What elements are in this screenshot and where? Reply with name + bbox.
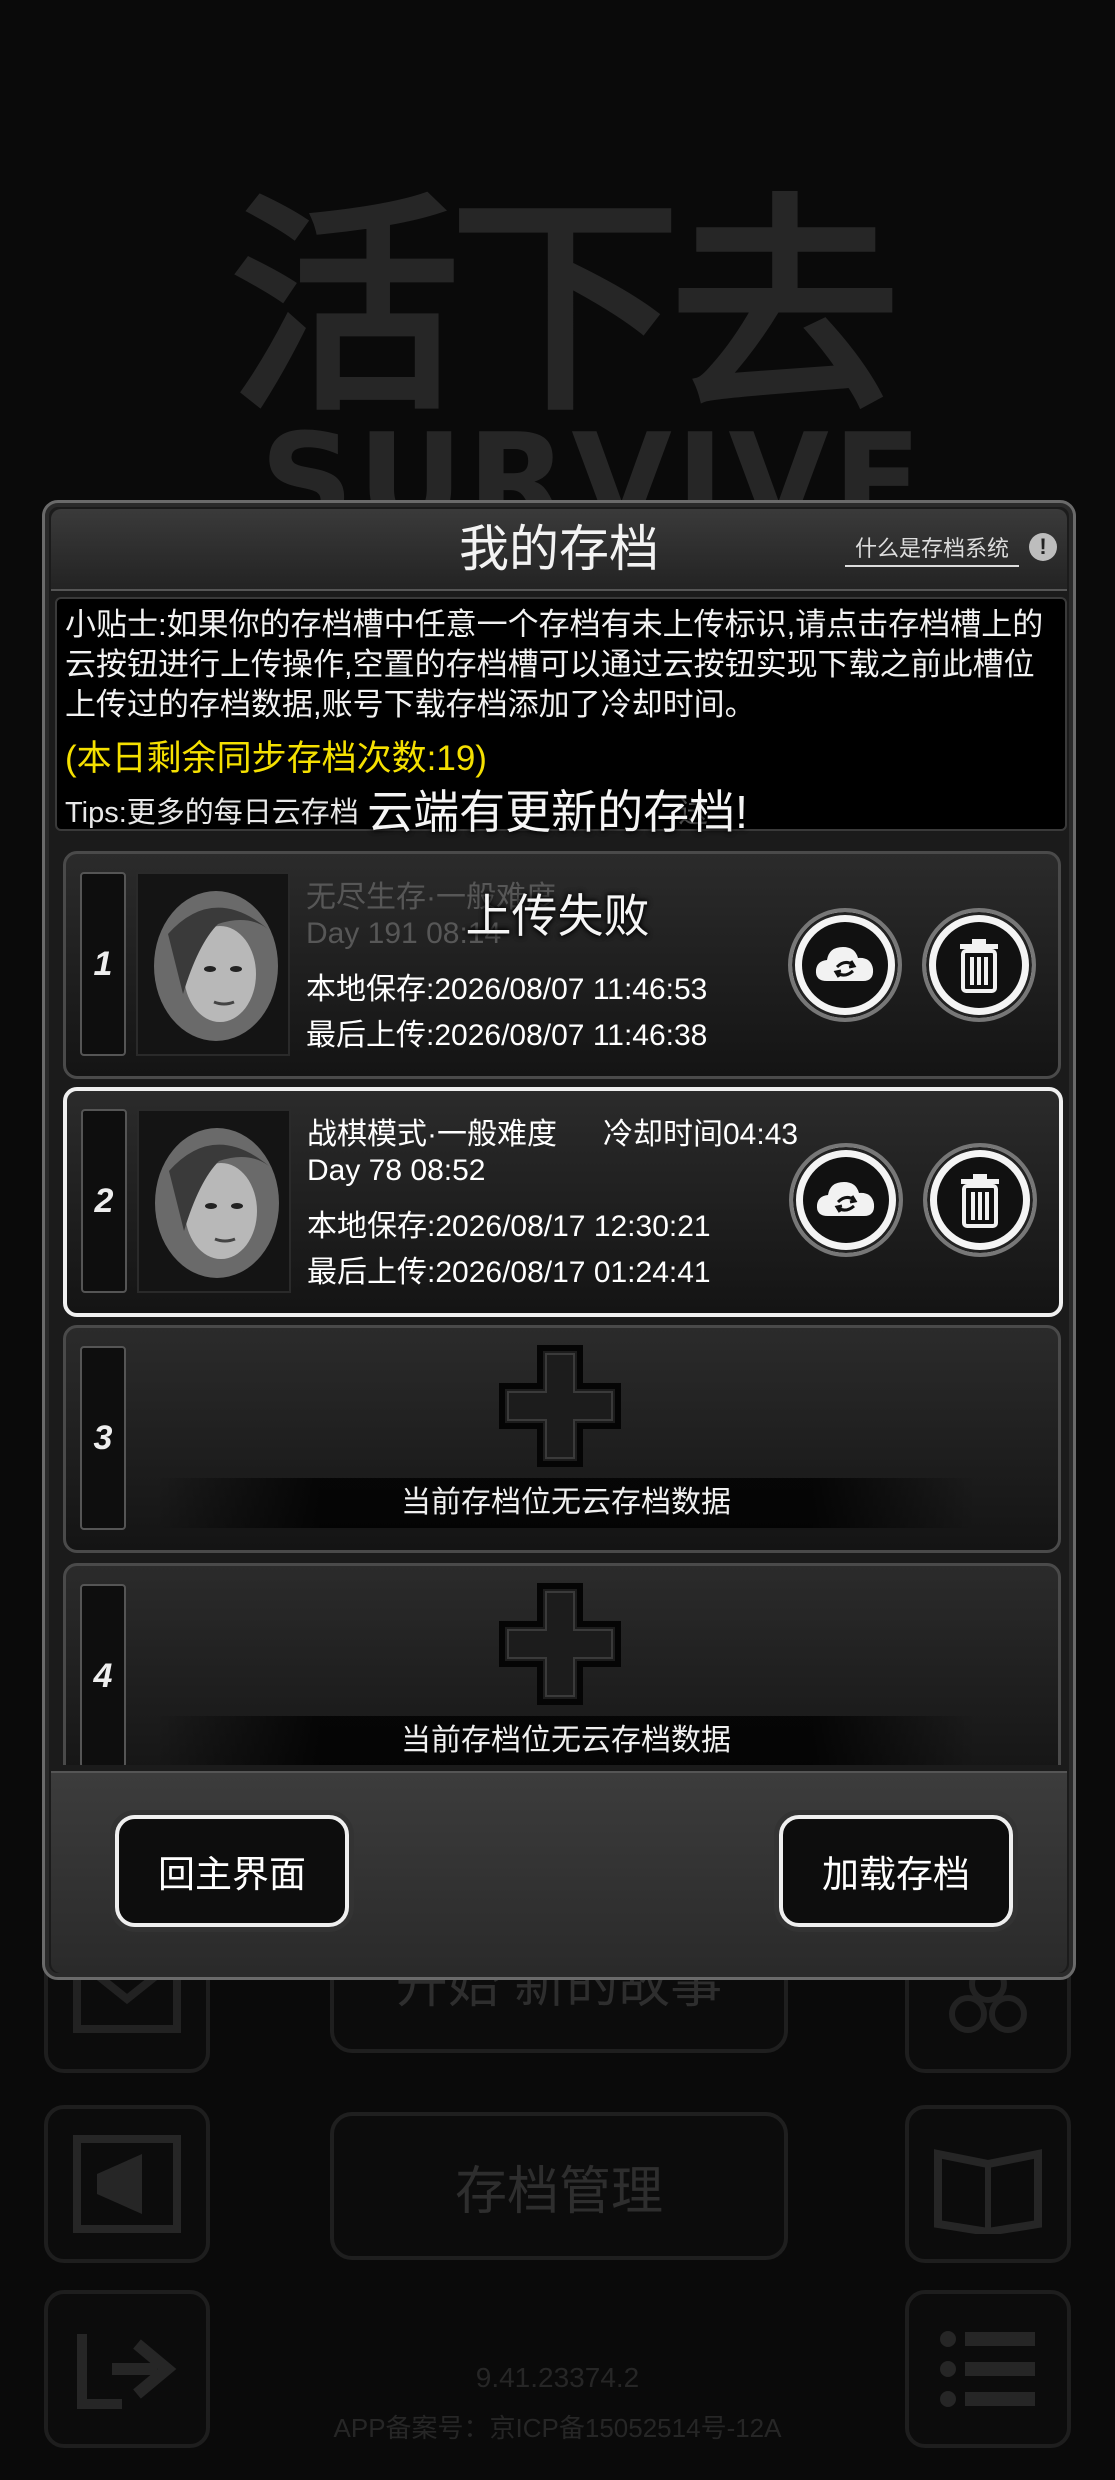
cloud-sync-icon — [815, 947, 874, 981]
save-slot-3[interactable]: 3 当前存档位无云存档数据 — [63, 1325, 1061, 1553]
character-portrait — [137, 1109, 291, 1293]
slot-number: 4 — [80, 1584, 126, 1765]
sync-count-text: (本日剩余同步存档次数:19) — [65, 739, 487, 778]
slot-local-save: 本地保存:2026/08/17 12:30:21 — [307, 1210, 711, 1243]
save-slot-4[interactable]: 4 当前存档位无云存档数据 — [63, 1563, 1061, 1765]
dialog-header: 我的存档 什么是存档系统 ! — [51, 509, 1067, 591]
save-system-help-link[interactable]: 什么是存档系统 — [844, 531, 1019, 567]
exclamation-icon[interactable]: ! — [1029, 533, 1057, 561]
slot-last-upload: 最后上传:2026/08/07 11:46:38 — [306, 1019, 708, 1052]
save-slot-2[interactable]: 2 战棋模式·一般难度 冷却时间04:43 Day 78 08:52 本地保存:… — [63, 1087, 1063, 1317]
upload-failed-toast: 上传失败 — [465, 890, 650, 942]
trash-icon — [961, 1174, 999, 1228]
book-icon[interactable] — [905, 2105, 1071, 2263]
back-to-main-button[interactable]: 回主界面 — [115, 1815, 349, 1927]
dialog-footer: 回主界面 加载存档 — [51, 1771, 1067, 1973]
load-save-button[interactable]: 加载存档 — [779, 1815, 1013, 1927]
delete-button[interactable] — [923, 1143, 1037, 1257]
add-save-icon[interactable] — [496, 1342, 624, 1470]
slot-number: 3 — [80, 1346, 126, 1530]
cloud-sync-icon — [816, 1182, 875, 1216]
announcement-icon[interactable] — [44, 2105, 210, 2263]
slot-number: 2 — [81, 1109, 127, 1293]
my-saves-dialog: 我的存档 什么是存档系统 ! 小贴士:如果你的存档槽中任意一个存档有未上传标识,… — [42, 500, 1076, 1980]
icp-text: APP备案号：京ICP备15052514号-12A — [333, 2413, 782, 2443]
save-manage-button[interactable]: 存档管理 — [330, 2112, 788, 2260]
save-slot-list[interactable]: 1 无尽生存·一般难度 Day 191 08:14 本地保存:2026/08/0… — [55, 835, 1063, 1765]
add-save-icon[interactable] — [496, 1580, 624, 1708]
slot-day: Day 78 08:52 — [307, 1154, 486, 1187]
empty-slot-label: 当前存档位无云存档数据 — [156, 1716, 976, 1765]
cloud-sync-button[interactable] — [789, 1143, 903, 1257]
cooldown-timer: 冷却时间04:43 — [603, 1118, 799, 1151]
slot-mode: 战棋模式·一般难度 — [307, 1118, 557, 1151]
version-text: 9.41.23374.2 — [475, 2362, 640, 2393]
empty-slot-label: 当前存档位无云存档数据 — [156, 1478, 976, 1528]
cloud-updated-toast: 云端有更新的存档! — [367, 786, 748, 838]
slot-local-save: 本地保存:2026/08/07 11:46:53 — [306, 973, 708, 1006]
tips-text: 小贴士:如果你的存档槽中任意一个存档有未上传标识,请点击存档槽上的云按钮进行上传… — [65, 607, 1044, 722]
game-logo-chinese: 活下去 — [230, 176, 900, 443]
slot-last-upload: 最后上传:2026/08/17 01:24:41 — [307, 1256, 711, 1289]
